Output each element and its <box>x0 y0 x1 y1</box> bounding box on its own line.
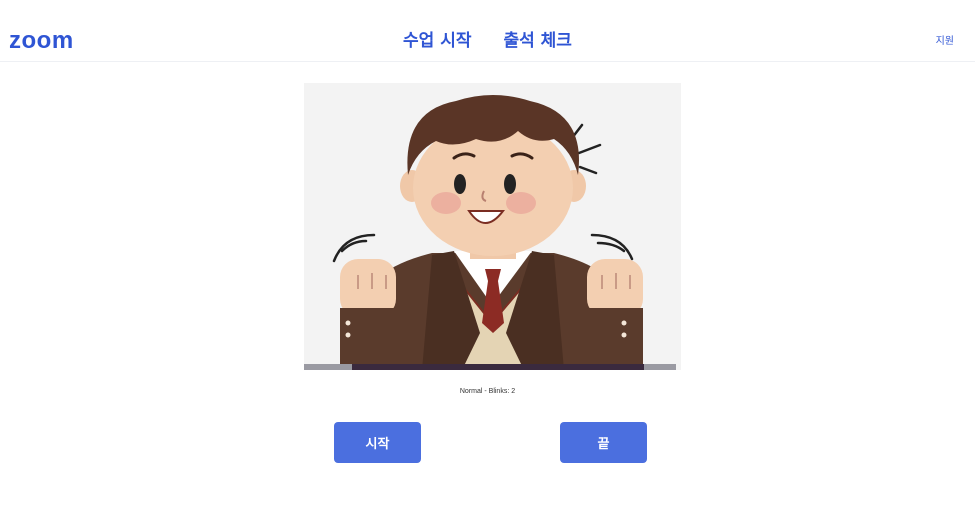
top-nav-bar: zoom 수업 시작 출석 체크 지원 <box>0 0 975 62</box>
blink-status-text: Normal - Blinks: 2 <box>459 388 516 395</box>
start-button[interactable]: 시작 <box>334 422 421 463</box>
support-link[interactable]: 지원 <box>936 36 954 48</box>
end-button[interactable]: 끝 <box>560 422 647 463</box>
camera-feed <box>304 83 681 370</box>
nav-attendance-check[interactable]: 출석 체크 <box>503 30 571 52</box>
student-illustration <box>304 83 681 370</box>
nav-class-start[interactable]: 수업 시작 <box>403 30 471 52</box>
main-nav: 수업 시작 출석 체크 <box>0 30 975 52</box>
